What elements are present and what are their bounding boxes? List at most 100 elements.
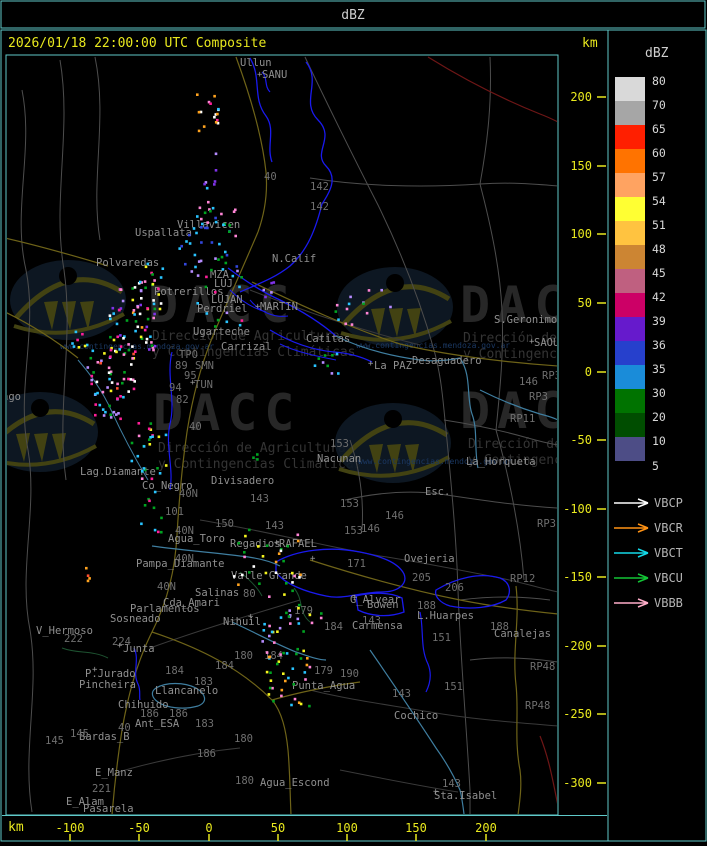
radar-echo-pixel — [144, 265, 148, 269]
place-label: Punta_Agua — [292, 680, 355, 692]
legend-title: dBZ — [645, 46, 669, 61]
radar-echo-pixel — [214, 121, 218, 124]
radar-echo-pixel — [136, 325, 140, 329]
radar-echo-pixel — [209, 102, 212, 105]
radar-echo-pixel — [349, 295, 352, 299]
place-label: S.Geronimo — [494, 314, 557, 326]
route-number-label: RP12 — [510, 573, 535, 585]
y-axis-unit-label: km — [582, 36, 598, 51]
route-number-label: 222 — [64, 633, 83, 645]
radar-echo-pixel — [213, 115, 216, 119]
radar-echo-pixel — [108, 314, 112, 317]
radar-echo-pixel — [130, 363, 133, 366]
radar-echo-pixel — [86, 579, 90, 583]
radar-echo-pixel — [334, 310, 338, 313]
radar-echo-pixel — [243, 555, 246, 559]
radar-echo-pixel — [204, 285, 208, 289]
place-label: Perdriel — [197, 303, 248, 315]
radar-echo-pixel — [238, 323, 242, 327]
radar-echo-pixel — [308, 613, 312, 617]
radar-echo-pixel — [140, 326, 144, 329]
scale-value-label: 70 — [652, 98, 666, 112]
radar-echo-pixel — [203, 182, 206, 186]
x-tick-label: 100 — [336, 821, 358, 835]
radar-echo-pixel — [291, 667, 295, 670]
radar-echo-pixel — [119, 345, 123, 348]
radar-echo-pixel — [205, 275, 208, 279]
radar-echo-pixel — [302, 630, 305, 633]
vector-label: VBBB — [654, 596, 683, 610]
radar-echo-pixel — [257, 545, 260, 548]
route-number-label: 146 — [385, 510, 404, 522]
scale-value-label: 20 — [652, 410, 666, 424]
radar-echo-pixel — [101, 390, 105, 394]
place-label: SANU — [262, 69, 287, 81]
radar-echo-pixel — [268, 595, 271, 598]
route-number-label: 40N — [179, 488, 198, 500]
scale-swatch — [615, 413, 645, 437]
radar-echo-pixel — [274, 560, 278, 564]
place-label: Ullun — [240, 57, 272, 69]
radar-echo-pixel — [83, 344, 87, 348]
radar-echo-pixel — [214, 152, 218, 156]
radar-echo-pixel — [145, 341, 148, 344]
radar-echo-pixel — [108, 404, 111, 408]
radar-echo-pixel — [262, 288, 266, 292]
radar-echo-pixel — [122, 337, 125, 340]
radar-echo-pixel — [202, 125, 206, 128]
radar-echo-pixel — [109, 335, 112, 339]
radar-echo-pixel — [214, 257, 217, 260]
scale-swatch — [615, 77, 645, 101]
radar-echo-pixel — [127, 343, 130, 346]
place-label: Pasarela — [83, 803, 134, 815]
radar-echo-pixel — [291, 581, 294, 584]
radar-echo-pixel — [350, 323, 354, 326]
radar-echo-pixel — [299, 702, 303, 706]
y-tick-label: -50 — [570, 433, 592, 447]
radar-echo-pixel — [268, 634, 271, 638]
radar-echo-pixel — [209, 209, 212, 213]
radar-echo-pixel — [270, 630, 274, 634]
station-marker: + — [310, 554, 316, 564]
radar-echo-pixel — [127, 377, 130, 381]
place-label: Carrizal — [221, 341, 272, 353]
radar-echo-pixel — [71, 342, 74, 345]
radar-echo-pixel — [148, 443, 152, 446]
place-label: Agua_Escond — [260, 777, 330, 789]
radar-echo-pixel — [143, 280, 147, 283]
radar-echo-pixel — [258, 582, 261, 585]
radar-echo-pixel — [94, 403, 97, 406]
route-number-label: 40N — [175, 525, 194, 537]
x-tick-label: 0 — [205, 821, 212, 835]
radar-echo-pixel — [304, 678, 307, 681]
radar-echo-pixel — [214, 290, 217, 294]
radar-echo-pixel — [143, 328, 147, 332]
radar-echo-pixel — [92, 371, 95, 374]
radar-echo-pixel — [206, 221, 209, 224]
radar-echo-pixel — [109, 413, 112, 416]
radar-echo-pixel — [264, 295, 267, 299]
radar-echo-pixel — [118, 348, 121, 351]
route-number-label: 180 — [235, 775, 254, 787]
radar-echo-pixel — [302, 649, 305, 653]
place-label: La PAZ — [374, 360, 412, 372]
radar-echo-pixel — [305, 663, 309, 667]
radar-echo-pixel — [233, 575, 236, 578]
radar-echo-pixel — [217, 107, 220, 111]
radar-echo-pixel — [380, 288, 383, 292]
radar-echo-pixel — [109, 317, 112, 321]
window-title: dBZ — [341, 8, 365, 23]
radar-echo-pixel — [140, 297, 143, 300]
route-number-label: 190 — [340, 668, 359, 680]
radar-echo-pixel — [196, 215, 199, 218]
radar-echo-pixel — [139, 303, 142, 307]
station-marker: + — [274, 538, 280, 548]
place-label: Nacunan — [317, 453, 361, 465]
radar-echo-pixel — [85, 566, 88, 570]
route-number-label: 180 — [234, 650, 253, 662]
radar-echo-pixel — [276, 630, 279, 633]
radar-echo-pixel — [121, 299, 125, 303]
radar-echo-pixel — [326, 364, 329, 368]
radar-echo-pixel — [151, 282, 155, 286]
radar-echo-pixel — [116, 382, 119, 386]
